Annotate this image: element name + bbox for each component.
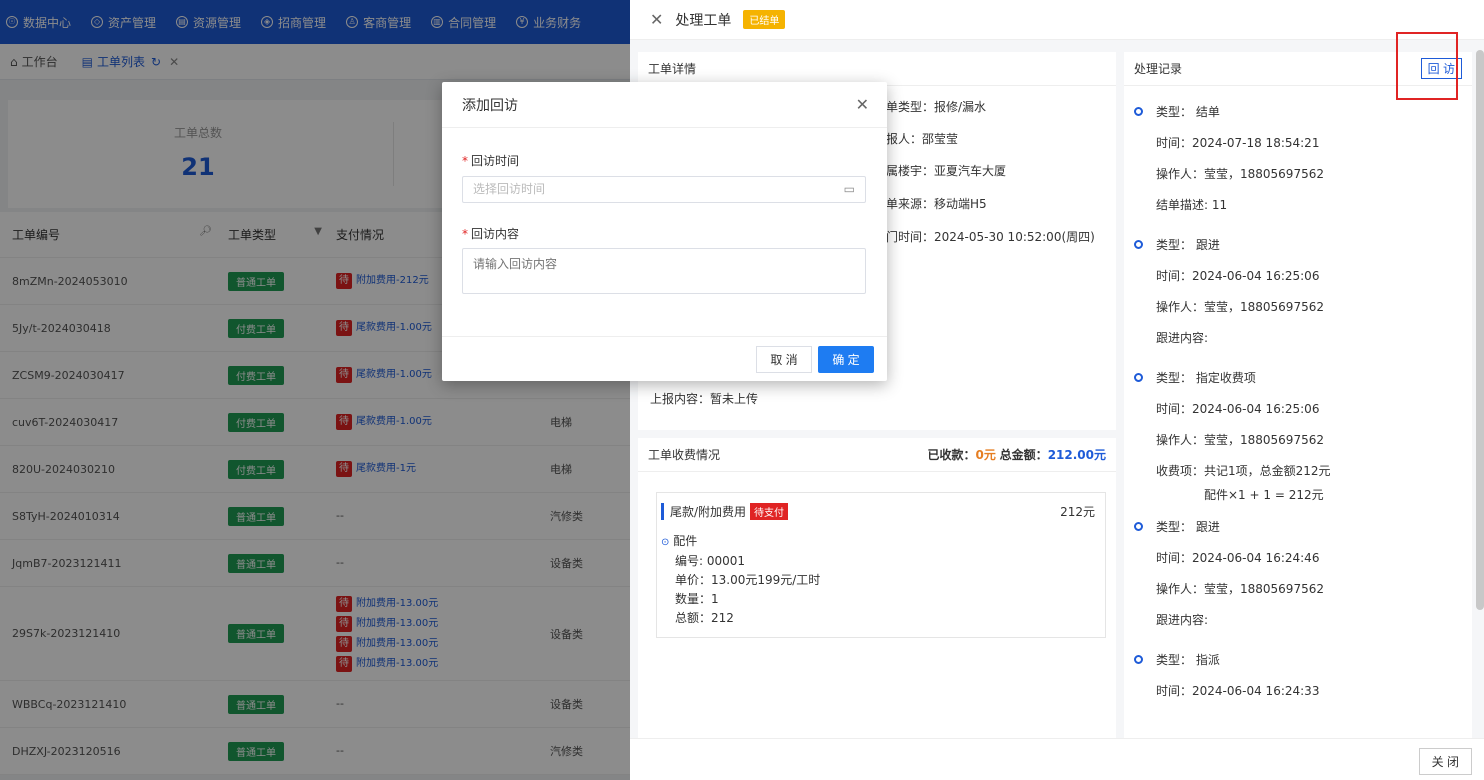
record-line: 类型： 指派 [1156, 653, 1220, 667]
highlight-box [1396, 32, 1458, 100]
record-line: 收费项：共记1项，总金额212元 [1156, 464, 1331, 478]
fee-total-value: 212.00元 [1047, 448, 1106, 462]
record-line: 时间：2024-06-04 16:24:46 [1156, 551, 1320, 565]
required-mark: * [462, 154, 468, 168]
record-line: 操作人：莹莹，18805697562 [1156, 582, 1324, 596]
detail-building: 属楼宇：亚夏汽车大厦 [886, 164, 1007, 178]
record-line: 时间：2024-06-04 16:25:06 [1156, 402, 1320, 416]
fee-part-name-row: ⊙ 配件 [661, 532, 1105, 552]
record-line: 类型： 跟进 [1156, 520, 1220, 534]
records-timeline: 类型： 结单时间：2024-07-18 18:54:21 操作人：莹莹，18805… [1124, 104, 1472, 723]
record-line: 操作人：莹莹，18805697562 [1156, 300, 1324, 314]
fee-item-title-wrap: 尾款/附加费用 待支付 [661, 503, 789, 520]
record-item: 类型： 跟进时间：2024-06-04 16:24:46 操作人：莹莹，18805… [1124, 519, 1472, 636]
close-icon[interactable]: ✕ [856, 95, 869, 114]
detail-visit-time: 门时间：2024-05-30 10:52:00(周四) [886, 230, 1095, 244]
record-line: 类型： 指定收费项 [1156, 371, 1256, 385]
required-mark: * [462, 227, 468, 241]
fee-summary: 已收款：0元 总金额：212.00元 [927, 446, 1106, 463]
revisit-time-label-text: 回访时间 [471, 154, 520, 168]
add-revisit-modal: 添加回访 ✕ *回访时间 选择回访时间 ▭ *回访内容 取 消 确 定 [442, 82, 887, 381]
revisit-content-textarea[interactable] [462, 248, 866, 294]
fee-part-price: 单价：13.00元199元/工时 [675, 573, 821, 587]
record-extra: 配件×1 + 1 = 212元 [1204, 488, 1324, 502]
records-panel: 处理记录 回 访 类型： 结单 时间：2024-07-18 18:54:21 操作人… [1124, 52, 1472, 742]
record-item: 类型： 结单时间：2024-07-18 18:54:21 操作人：莹莹，18805… [1124, 104, 1472, 221]
detail-panel-title: 工单详情 [638, 52, 1116, 86]
detail-content: 上报内容：暂未上传 [650, 392, 759, 406]
record-line: 时间：2024-06-04 16:25:06 [1156, 269, 1320, 283]
drawer-footer: 关 闭 [630, 738, 1484, 780]
fee-panel: 工单收费情况 已收款：0元 总金额：212.00元 尾款/附加费用 待支付 21… [638, 438, 1116, 738]
fee-panel-title: 工单收费情况 [648, 448, 721, 462]
fee-part-total: 总额：212 [675, 611, 734, 625]
revisit-content-label: * 回访内容 [462, 225, 519, 242]
fee-item-card: 尾款/附加费用 待支付 212元 ⊙ 配件 编号: 00001 单价：13.00… [656, 492, 1106, 638]
close-icon[interactable]: ✕ [650, 10, 663, 29]
timeline-dot-icon [1134, 655, 1143, 664]
drawer-header: ✕ 处理工单 已结单 [630, 0, 1484, 40]
revisit-time-label: * 回访时间 [462, 152, 519, 169]
modal-footer: 取 消 确 定 [442, 336, 887, 381]
fee-paid-value: 0元 [975, 448, 996, 462]
fee-item-title: 尾款/附加费用 [670, 505, 747, 519]
record-line: 跟进内容: [1156, 331, 1209, 345]
confirm-button[interactable]: 确 定 [818, 346, 874, 373]
fee-item-amount: 212元 [1060, 505, 1095, 519]
record-item: 类型： 指定收费项时间：2024-06-04 16:25:06 操作人：莹莹，18… [1124, 370, 1472, 503]
record-item: 类型： 指派时间：2024-06-04 16:24:33 [1124, 652, 1472, 707]
cancel-button[interactable]: 取 消 [756, 346, 812, 373]
timeline-dot-icon [1134, 373, 1143, 382]
revisit-time-picker[interactable]: 选择回访时间 ▭ [462, 176, 866, 203]
timeline-dot-icon [1134, 107, 1143, 116]
records-title: 处理记录 [1134, 62, 1183, 76]
timeline-dot-icon [1134, 522, 1143, 531]
modal-title: 添加回访 [462, 97, 518, 114]
record-line: 时间：2024-07-18 18:54:21 [1156, 136, 1320, 150]
detail-source: 单来源：移动端H5 [886, 197, 987, 211]
drawer-title: 处理工单 [675, 12, 732, 29]
fee-part-code: 编号: 00001 [675, 554, 746, 568]
fee-paid-label: 已收款： [927, 448, 976, 462]
fee-part-qty: 数量：1 [675, 592, 719, 606]
revisit-time-placeholder: 选择回访时间 [473, 182, 546, 196]
record-line: 操作人：莹莹，18805697562 [1156, 433, 1324, 447]
radio-dot-icon: ⊙ [661, 537, 670, 548]
detail-type: 单类型：报修/漏水 [886, 100, 987, 114]
record-line: 时间：2024-06-04 16:24:33 [1156, 684, 1320, 698]
calendar-icon[interactable]: ▭ [844, 177, 855, 202]
fee-total-label: 总金额： [999, 448, 1048, 462]
fee-part-name: 配件 [673, 534, 698, 548]
detail-reporter: 报人：邵莹莹 [886, 132, 959, 146]
record-line: 类型： 跟进 [1156, 238, 1220, 252]
scrollbar[interactable] [1476, 50, 1484, 610]
record-line: 操作人：莹莹，18805697562 [1156, 167, 1324, 181]
close-button[interactable]: 关 闭 [1418, 748, 1472, 775]
timeline-dot-icon [1134, 240, 1143, 249]
record-line: 类型： 结单 [1156, 105, 1220, 119]
status-badge: 已结单 [743, 10, 786, 29]
record-item: 类型： 跟进时间：2024-06-04 16:25:06 操作人：莹莹，18805… [1124, 237, 1472, 354]
record-line: 结单描述: 11 [1156, 198, 1228, 212]
fee-panel-header: 工单收费情况 已收款：0元 总金额：212.00元 [638, 438, 1116, 472]
fee-item-status: 待支付 [750, 503, 789, 520]
revisit-content-label-text: 回访内容 [471, 227, 520, 241]
record-line: 跟进内容: [1156, 613, 1209, 627]
modal-header: 添加回访 ✕ [442, 82, 887, 128]
